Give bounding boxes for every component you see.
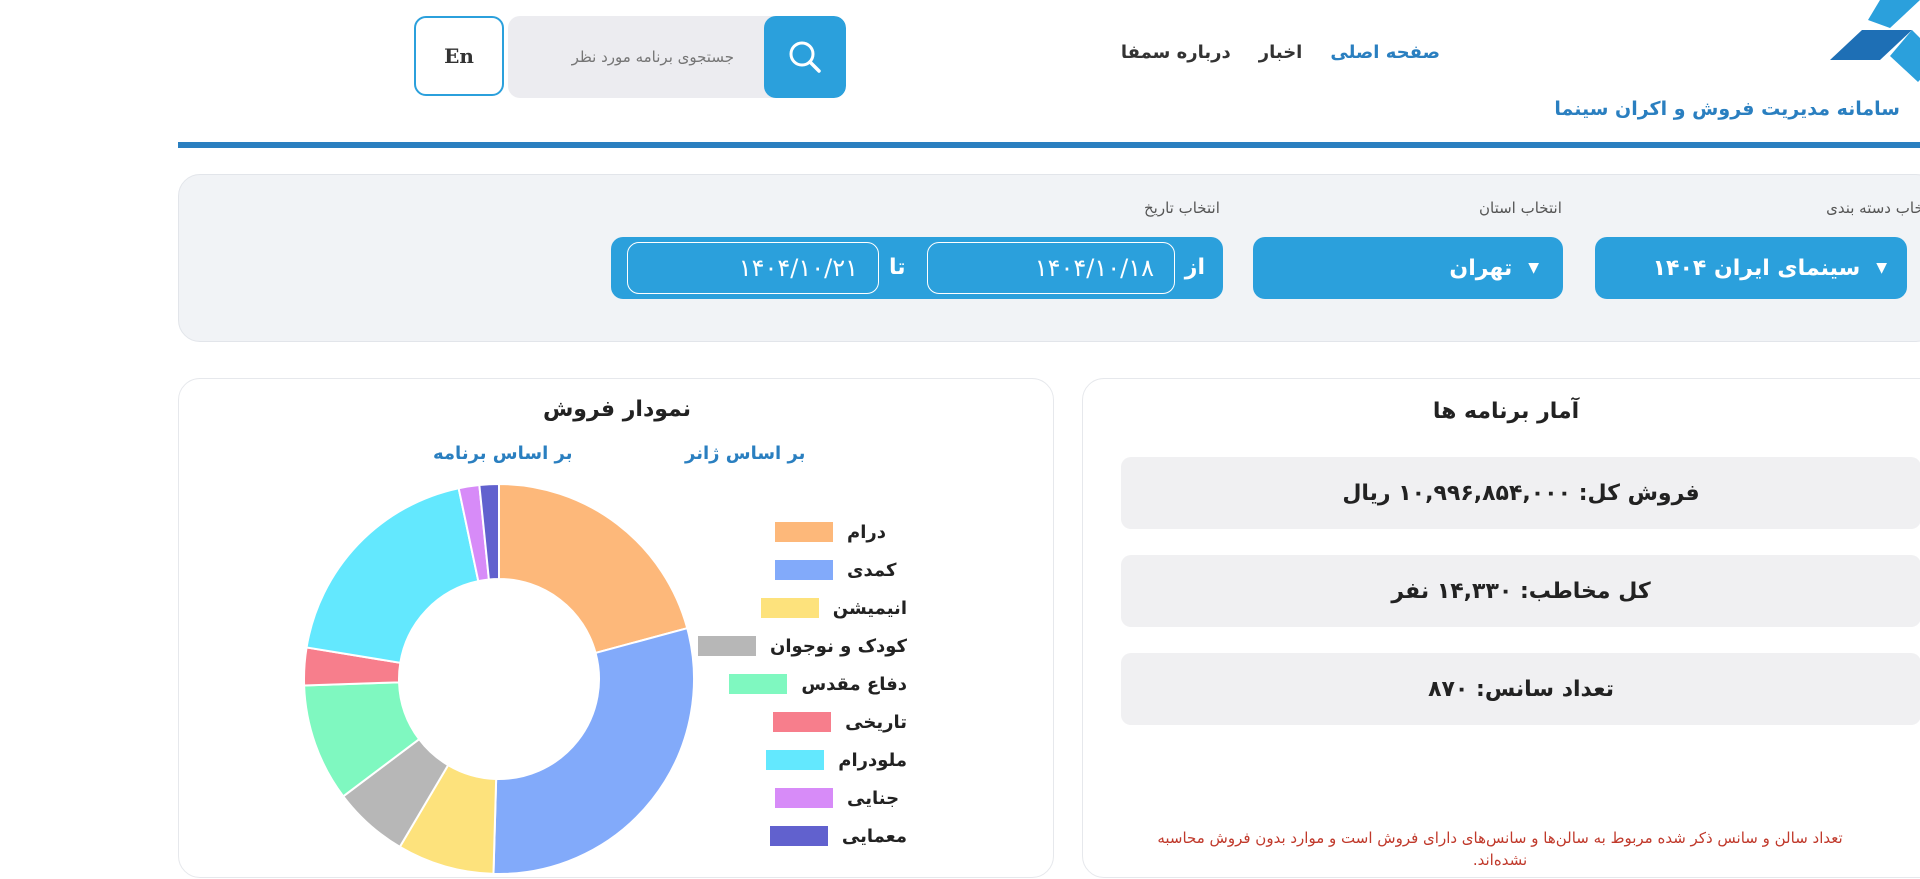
site-title: سامانه مدیریت فروش و اکران سینما bbox=[1554, 98, 1900, 120]
legend-swatch bbox=[775, 522, 833, 542]
legend-item[interactable]: معمایی bbox=[769, 823, 907, 849]
legend-label: دفاع مقدس bbox=[801, 673, 907, 695]
legend-label: جنایی bbox=[847, 787, 900, 809]
legend-label: تاریخی bbox=[845, 711, 907, 733]
donut-slice-2[interactable] bbox=[492, 626, 695, 875]
search-button[interactable] bbox=[764, 16, 846, 98]
legend-item[interactable]: انیمیشن bbox=[760, 595, 907, 621]
legend-swatch bbox=[760, 598, 819, 618]
legend-item[interactable]: کمدی bbox=[775, 557, 907, 583]
legend-item[interactable]: دفاع مقدس bbox=[729, 671, 907, 697]
from-word: از bbox=[1184, 255, 1205, 280]
date-range: از ۱۴۰۴/۱۰/۱۸ تا ۱۴۰۴/۱۰/۲۱ bbox=[611, 237, 1223, 299]
province-label: انتخاب استان bbox=[1479, 199, 1562, 217]
legend-item[interactable]: ملودرام bbox=[766, 747, 907, 773]
tab-by-genre[interactable]: بر اساس ژانر bbox=[685, 443, 805, 464]
header-divider bbox=[178, 142, 1920, 148]
filter-panel: انتخاب دسته بندی انتخاب استان انتخاب تار… bbox=[178, 174, 1920, 342]
category-value: سینمای ایران ۱۴۰۴ bbox=[1652, 255, 1861, 281]
to-date-input[interactable]: ۱۴۰۴/۱۰/۲۱ bbox=[627, 242, 879, 294]
stats-title: آمار برنامه ها bbox=[1432, 399, 1580, 424]
legend-label: کمدی bbox=[847, 559, 897, 581]
legend-swatch bbox=[773, 712, 832, 732]
category-select[interactable]: ▼ سینمای ایران ۱۴۰۴ bbox=[1595, 237, 1907, 299]
nav-about[interactable]: درباره سمفا bbox=[1121, 42, 1231, 72]
sales-donut-chart bbox=[303, 482, 695, 875]
legend-label: انیمیشن bbox=[832, 597, 907, 619]
from-date-input[interactable]: ۱۴۰۴/۱۰/۱۸ bbox=[927, 242, 1175, 294]
chart-title: نمودار فروش bbox=[542, 397, 692, 422]
donut-slice-1[interactable] bbox=[498, 482, 689, 655]
search-box bbox=[508, 16, 846, 98]
legend-swatch bbox=[769, 826, 828, 846]
samfa-logo[interactable] bbox=[1820, 0, 1920, 90]
legend-swatch bbox=[766, 750, 825, 770]
dropdown-caret-icon: ▼ bbox=[1876, 260, 1887, 276]
legend-swatch bbox=[729, 674, 788, 694]
province-select[interactable]: ▼ تهران bbox=[1253, 237, 1563, 299]
legend-item[interactable]: جنایی bbox=[775, 785, 907, 811]
date-label: انتخاب تاریخ bbox=[1144, 199, 1220, 217]
legend-swatch bbox=[775, 788, 833, 808]
nav-news[interactable]: اخبار bbox=[1259, 42, 1303, 72]
tab-by-program[interactable]: بر اساس برنامه bbox=[433, 443, 573, 464]
legend-label: کودک و نوجوان bbox=[770, 635, 907, 657]
site-header: سامانه مدیریت فروش و اکران سینما صفحه اص… bbox=[178, 0, 1920, 148]
session-count: تعداد سانس: ۸۷۰ bbox=[1121, 653, 1920, 725]
language-toggle-button[interactable]: En bbox=[414, 16, 504, 96]
legend-swatch bbox=[775, 560, 833, 580]
nav-home[interactable]: صفحه اصلی bbox=[1330, 42, 1440, 72]
legend-item[interactable]: درام bbox=[775, 519, 907, 545]
total-sales: فروش کل: ۱۰,۹۹۶,۸۵۴,۰۰۰ ریال bbox=[1121, 457, 1920, 529]
donut-slice-7[interactable] bbox=[305, 487, 480, 664]
program-stats-card: آمار برنامه ها فروش کل: ۱۰,۹۹۶,۸۵۴,۰۰۰ ر… bbox=[1082, 378, 1920, 878]
category-label: انتخاب دسته بندی bbox=[1826, 199, 1920, 217]
legend-label: ملودرام bbox=[838, 749, 907, 771]
legend-item[interactable]: کودک و نوجوان bbox=[698, 633, 907, 659]
dropdown-caret-icon: ▼ bbox=[1528, 260, 1539, 276]
province-value: تهران bbox=[1449, 255, 1513, 281]
stats-note: تعداد سالن و سانس ذکر شده مربوط به سالن‌… bbox=[1157, 829, 1843, 869]
to-word: تا bbox=[889, 255, 906, 280]
total-audience: کل مخاطب: ۱۴,۳۳۰ نفر bbox=[1121, 555, 1920, 627]
search-input[interactable] bbox=[508, 16, 748, 98]
legend-swatch bbox=[698, 636, 757, 656]
sales-chart-card: نمودار فروش بر اساس ژانر بر اساس برنامه … bbox=[178, 378, 1054, 878]
legend-label: درام bbox=[847, 521, 886, 543]
legend-label: معمایی bbox=[841, 825, 907, 847]
main-nav: صفحه اصلی اخبار درباره سمفا bbox=[1120, 42, 1440, 72]
search-icon bbox=[789, 41, 821, 73]
legend-item[interactable]: تاریخی bbox=[773, 709, 907, 735]
